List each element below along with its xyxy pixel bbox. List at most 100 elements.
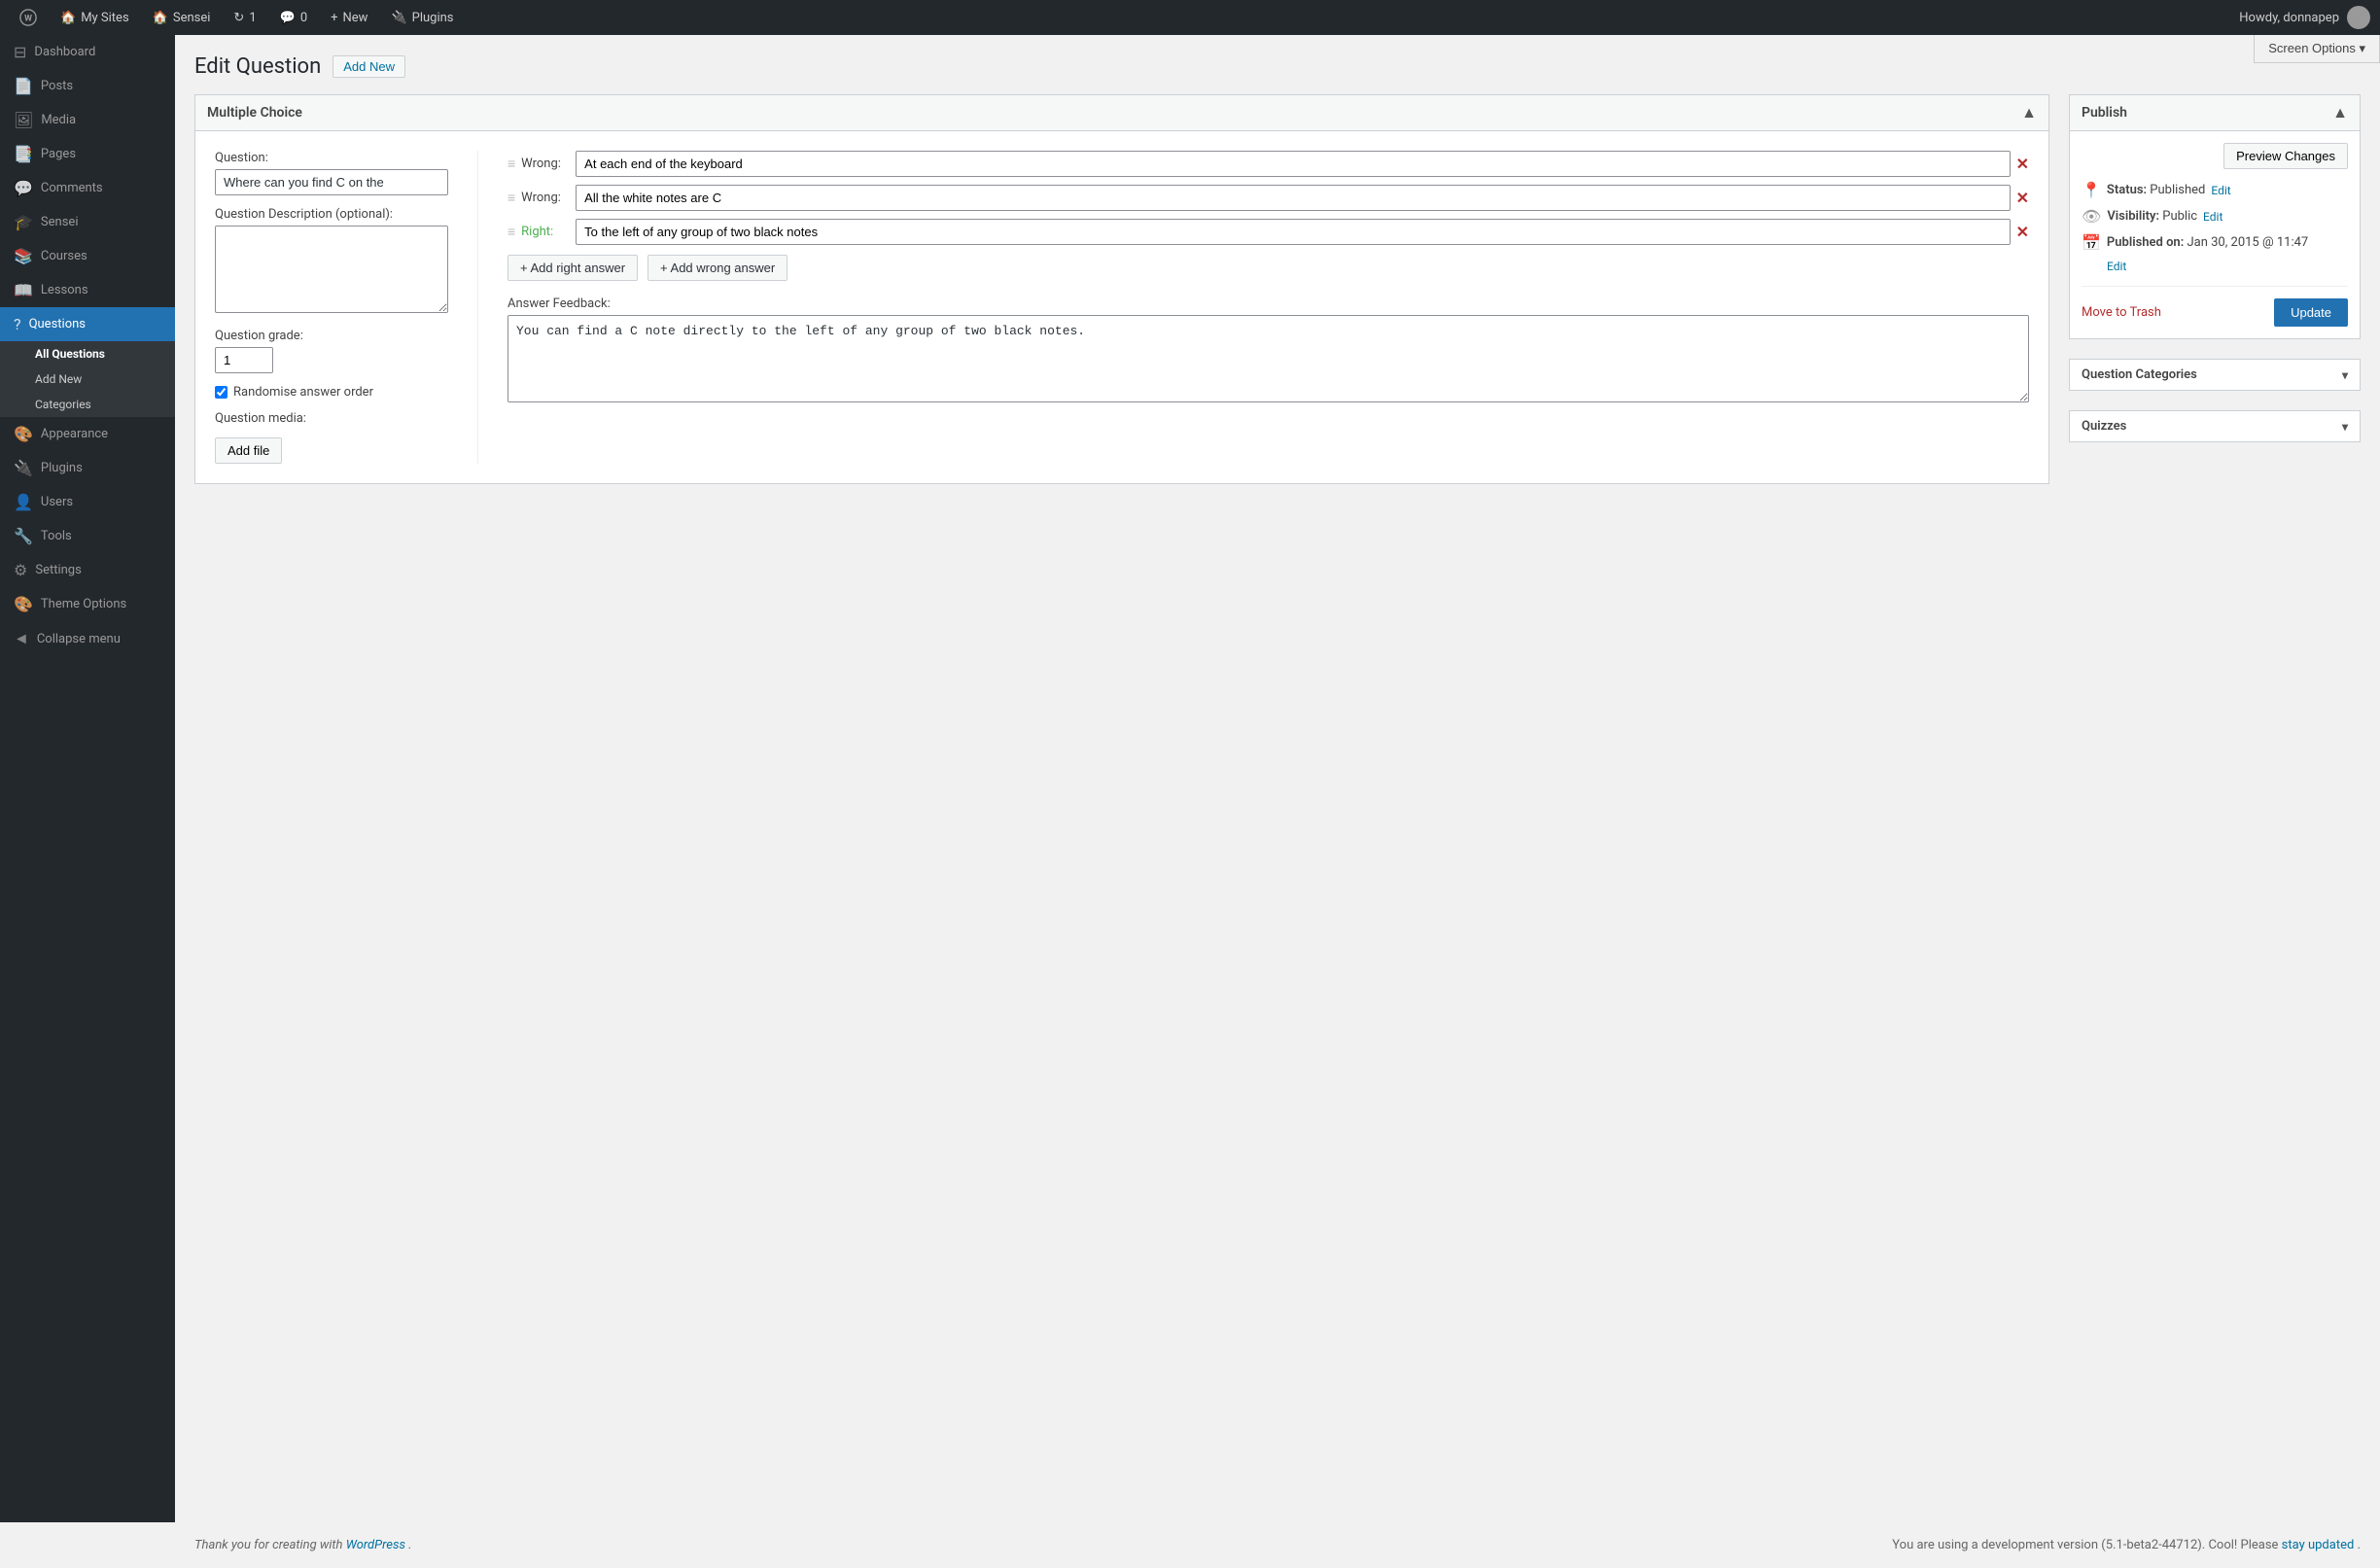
sensei-icon: 🎓: [14, 213, 33, 231]
footer-version-text: You are using a development version (5.1…: [1892, 1538, 2278, 1552]
sidebar-item-settings[interactable]: ⚙ Settings: [0, 553, 175, 587]
update-button[interactable]: Update: [2274, 298, 2348, 327]
quizzes-title: Quizzes: [2082, 419, 2126, 434]
plugins-bar-item[interactable]: 🔌 Plugins: [381, 0, 463, 35]
add-right-answer-button[interactable]: + Add right answer: [508, 255, 638, 281]
add-wrong-answer-button[interactable]: + Add wrong answer: [648, 255, 788, 281]
sidebar-item-questions[interactable]: ? Questions: [0, 307, 175, 341]
footer-left: Thank you for creating with WordPress .: [194, 1538, 412, 1552]
status-value: Published: [2150, 183, 2205, 197]
submenu-categories[interactable]: Categories: [0, 392, 175, 417]
question-media-label: Question media:: [215, 411, 448, 426]
sidebar-item-tools[interactable]: 🔧 Tools: [0, 519, 175, 553]
footer-stay-updated-link[interactable]: stay updated: [2282, 1538, 2355, 1552]
quizzes-header[interactable]: Quizzes ▾: [2070, 411, 2360, 441]
mc-collapse-button[interactable]: ▲: [2021, 103, 2037, 122]
mc-left-column: Question: Question Description (optional…: [215, 151, 448, 464]
svg-text:W: W: [24, 15, 32, 24]
question-categories-panel: Question Categories ▾: [2069, 359, 2361, 391]
feedback-textarea[interactable]: You can find a C note directly to the le…: [508, 315, 2029, 402]
add-new-button[interactable]: Add New: [332, 55, 405, 78]
updates-item[interactable]: ↻ 1: [224, 0, 265, 35]
plugin-icon: 🔌: [391, 11, 406, 25]
lessons-icon: 📖: [14, 281, 33, 299]
add-file-button[interactable]: Add file: [215, 437, 282, 464]
status-label: Status: Published: [2107, 183, 2205, 197]
publish-toggle[interactable]: ▲: [2332, 103, 2348, 122]
submenu-add-new[interactable]: Add New: [0, 366, 175, 392]
published-on-row: 📅 Published on: Jan 30, 2015 @ 11:47: [2082, 233, 2348, 252]
question-grade-input[interactable]: [215, 347, 273, 373]
home-icon: 🏠: [60, 11, 76, 25]
sidebar-item-appearance[interactable]: 🎨 Appearance: [0, 417, 175, 451]
feedback-label: Answer Feedback:: [508, 296, 2029, 311]
theme-icon: 🎨: [14, 595, 33, 613]
sidebar-item-courses[interactable]: 📚 Courses: [0, 239, 175, 273]
admin-bar: W 🏠 My Sites 🏠 Sensei ↻ 1 💬 0 + New 🔌 Pl…: [0, 0, 2380, 35]
sidebar-item-theme-options[interactable]: 🎨 Theme Options: [0, 587, 175, 621]
mc-right-column: ≡ Wrong: ✕ ≡ Wrong: ✕ ≡: [508, 151, 2029, 464]
plugins-icon: 🔌: [14, 459, 33, 477]
drag-handle-2[interactable]: ≡: [508, 190, 515, 206]
sidebar-item-comments[interactable]: 💬 Comments: [0, 171, 175, 205]
visibility-row: 👁 Visibility: Public Edit: [2082, 207, 2348, 226]
pages-icon: 📑: [14, 145, 33, 163]
sidebar-item-pages[interactable]: 📑 Pages: [0, 137, 175, 171]
drag-handle-1[interactable]: ≡: [508, 156, 515, 172]
visibility-icon: 👁: [2082, 207, 2101, 226]
question-categories-header[interactable]: Question Categories ▾: [2070, 360, 2360, 390]
settings-icon: ⚙: [14, 561, 27, 579]
main-editor: Multiple Choice ▲ Question: Question Des…: [194, 94, 2049, 504]
mc-body: Question: Question Description (optional…: [195, 131, 2048, 483]
publish-actions: Move to Trash Update: [2082, 286, 2348, 327]
submenu-all-questions[interactable]: All Questions: [0, 341, 175, 366]
appearance-icon: 🎨: [14, 425, 33, 443]
randomise-checkbox[interactable]: [215, 386, 228, 399]
remove-answer-3[interactable]: ✕: [2016, 223, 2029, 241]
sidebar-item-plugins[interactable]: 🔌 Plugins: [0, 451, 175, 485]
status-icon: 📍: [2082, 181, 2101, 199]
sidebar-item-sensei[interactable]: 🎓 Sensei: [0, 205, 175, 239]
comments-bar-item[interactable]: 💬 0: [270, 0, 318, 35]
published-on-edit-link[interactable]: Edit: [2107, 260, 2126, 273]
sidebar-item-posts[interactable]: 📄 Posts: [0, 69, 175, 103]
status-edit-link[interactable]: Edit: [2211, 184, 2230, 197]
multiple-choice-box: Multiple Choice ▲ Question: Question Des…: [194, 94, 2049, 484]
sidebar-item-lessons[interactable]: 📖 Lessons: [0, 273, 175, 307]
sidebar-item-media[interactable]: 🖼 Media: [0, 103, 175, 137]
edit-page-layout: Multiple Choice ▲ Question: Question Des…: [194, 94, 2361, 504]
answer-input-1[interactable]: [576, 151, 2010, 177]
footer-thank-you-text: Thank you for creating with: [194, 1538, 342, 1552]
questions-icon: ?: [14, 315, 21, 333]
refresh-icon: ↻: [233, 11, 244, 25]
answer-row-2: ≡ Wrong: ✕: [508, 185, 2029, 211]
remove-answer-2[interactable]: ✕: [2016, 189, 2029, 207]
visibility-edit-link[interactable]: Edit: [2203, 210, 2222, 224]
sidebar-item-collapse[interactable]: ◄ Collapse menu: [0, 621, 175, 656]
drag-handle-3[interactable]: ≡: [508, 224, 515, 240]
my-sites-item[interactable]: 🏠 My Sites: [51, 0, 139, 35]
mc-divider: [477, 151, 478, 464]
wp-logo-item[interactable]: W: [10, 0, 47, 35]
courses-icon: 📚: [14, 247, 33, 265]
answer-input-2[interactable]: [576, 185, 2010, 211]
sensei-bar-item[interactable]: 🏠 Sensei: [143, 0, 221, 35]
answer-row-3: ≡ Right: ✕: [508, 219, 2029, 245]
screen-options-button[interactable]: Screen Options ▾: [2254, 35, 2380, 63]
question-desc-textarea[interactable]: [215, 226, 448, 313]
answer-input-3[interactable]: [576, 219, 2010, 245]
footer-wordpress-link[interactable]: WordPress: [346, 1538, 405, 1552]
question-categories-chevron: ▾: [2342, 368, 2348, 382]
footer-thank-you-suffix: .: [408, 1538, 411, 1552]
randomise-label: Randomise answer order: [233, 385, 373, 400]
page-title: Edit Question: [194, 54, 321, 79]
collapse-icon: ◄: [14, 629, 29, 648]
quizzes-panel: Quizzes ▾: [2069, 410, 2361, 442]
remove-answer-1[interactable]: ✕: [2016, 155, 2029, 173]
sidebar-item-users[interactable]: 👤 Users: [0, 485, 175, 519]
move-to-trash-link[interactable]: Move to Trash: [2082, 305, 2161, 320]
sidebar-item-dashboard[interactable]: ⊟ Dashboard: [0, 35, 175, 69]
question-input[interactable]: [215, 169, 448, 195]
new-item[interactable]: + New: [321, 0, 377, 35]
preview-changes-button[interactable]: Preview Changes: [2223, 143, 2348, 169]
